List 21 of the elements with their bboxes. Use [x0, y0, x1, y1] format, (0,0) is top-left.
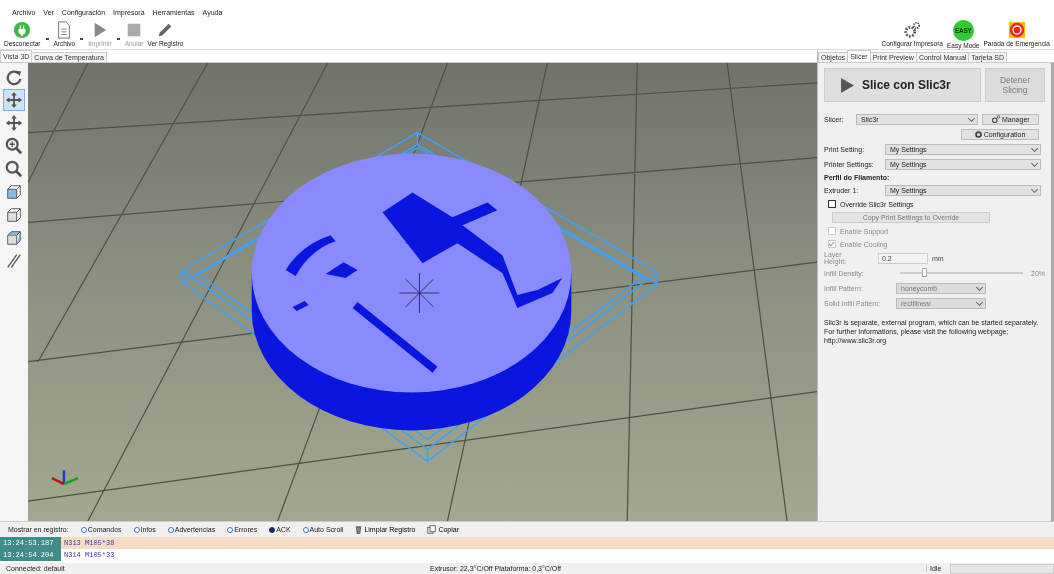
cube-icon [5, 229, 23, 247]
move-arrows-icon [5, 91, 23, 109]
view-tool-button[interactable] [3, 89, 25, 111]
zoom-in-icon [5, 137, 23, 155]
axis-gizmo-icon [51, 470, 79, 486]
trash-icon [355, 525, 363, 534]
cube-icon [5, 183, 23, 201]
gear-icon [974, 130, 982, 138]
cube-icon [5, 206, 23, 224]
parallel-lines-icon [5, 252, 23, 270]
pan-icon [5, 114, 23, 132]
gears-icon [991, 114, 1000, 124]
gears-icon [903, 21, 922, 39]
slice-button[interactable]: Slice con Slic3r [824, 68, 981, 102]
3d-viewport[interactable] [28, 63, 817, 521]
view-tool-button[interactable] [3, 158, 25, 180]
copy-icon [427, 525, 437, 534]
rotate-icon [5, 68, 23, 86]
play-icon [841, 77, 854, 93]
view-tool-button[interactable] [3, 135, 25, 157]
zoom-fit-icon [5, 160, 23, 178]
